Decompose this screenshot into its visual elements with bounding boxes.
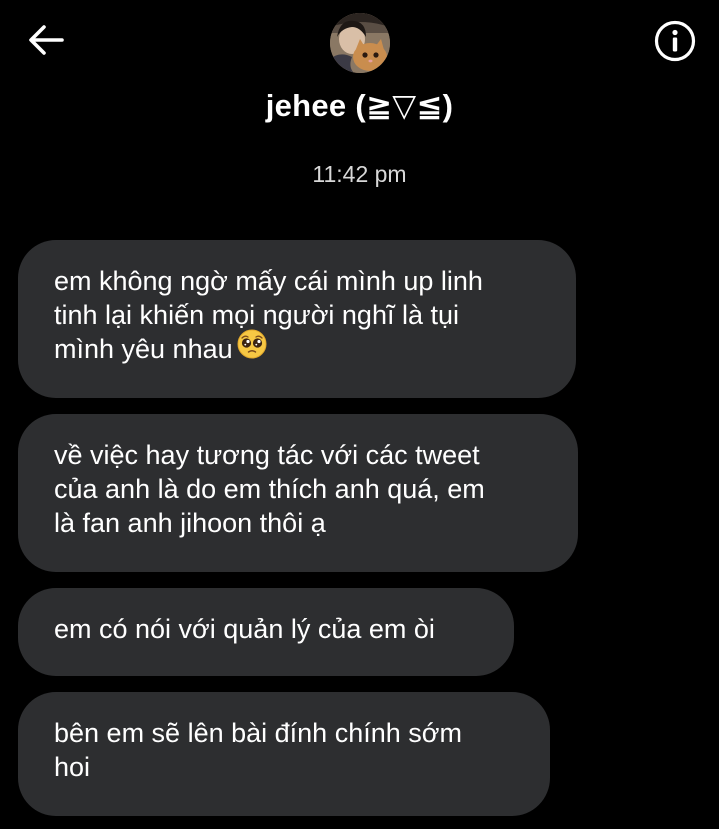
message-line: mình yêu nhau [54, 334, 233, 364]
message-line: em không ngờ mấy cái mình up linh [54, 266, 483, 296]
message-bubble[interactable]: em không ngờ mấy cái mình up linh tinh l… [18, 240, 576, 398]
message-line: tinh lại khiến mọi người nghĩ là tụi [54, 300, 459, 330]
back-button[interactable] [22, 18, 70, 62]
message-bubble[interactable]: về việc hay tương tác với các tweet của … [18, 414, 578, 572]
conversation-header: jehee (≧▽≦) [0, 0, 719, 140]
message-timestamp: 11:42 pm [312, 161, 407, 187]
avatar[interactable] [330, 13, 390, 73]
info-circle-icon [654, 20, 696, 62]
message-bubble[interactable]: bên em sẽ lên bài đính chính sớm hoi [18, 692, 550, 816]
contact-name[interactable]: jehee (≧▽≦) [0, 88, 719, 124]
message-line: của anh là do em thích anh quá, em [54, 474, 485, 504]
message-line: hoi [54, 752, 91, 782]
profile-photo-avatar [330, 13, 390, 73]
pleading-face-emoji [237, 329, 267, 367]
arrow-left-icon [29, 25, 64, 55]
message-line: là fan anh jihoon thôi ạ [54, 508, 326, 538]
info-button[interactable] [650, 16, 700, 66]
message-line: bên em sẽ lên bài đính chính sớm [54, 718, 462, 748]
message-line: em có nói với quản lý của em òi [54, 614, 435, 644]
message-bubble[interactable]: em có nói với quản lý của em òi [18, 588, 514, 676]
message-line-with-emoji: mình yêu nhau [54, 329, 542, 367]
message-line: về việc hay tương tác với các tweet [54, 440, 480, 470]
